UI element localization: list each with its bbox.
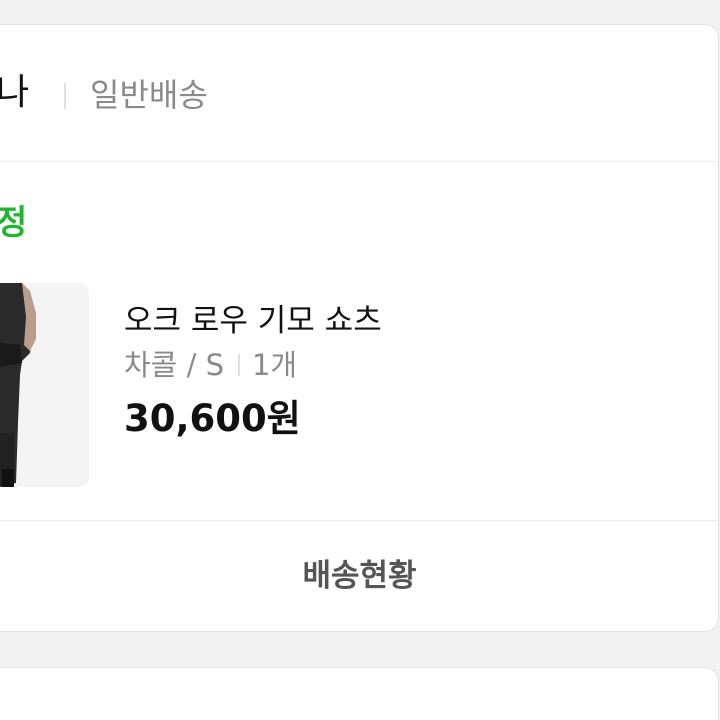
order-card-footer: 배송현황 xyxy=(0,520,718,631)
product-option-line: 차콜 / S 1개 xyxy=(124,345,297,385)
order-list-screen: 나 일반배송 정 오크 로우 기모 쇼츠 차콜 / S xyxy=(0,0,720,720)
product-option: 차콜 / S xyxy=(124,348,224,382)
seller-name[interactable]: 나 xyxy=(0,71,29,115)
product-row[interactable]: 오크 로우 기모 쇼츠 차콜 / S 1개 30,600원 xyxy=(0,283,718,489)
shipping-type-label: 일반배송 xyxy=(90,76,208,114)
order-card: 나 일반배송 정 오크 로우 기모 쇼츠 차콜 / S xyxy=(0,24,719,632)
product-photo-icon[interactable] xyxy=(0,283,89,487)
option-divider xyxy=(237,354,240,376)
product-price: 30,600원 xyxy=(124,397,301,440)
product-photo-illustration xyxy=(0,283,89,487)
next-order-card xyxy=(0,667,719,720)
delivery-tracking-label: 배송현황 xyxy=(302,558,417,594)
delivery-tracking-button[interactable]: 배송현황 xyxy=(0,521,718,631)
header-divider xyxy=(64,83,66,109)
product-quantity: 1개 xyxy=(251,348,298,382)
order-card-header: 나 일반배송 xyxy=(0,25,718,162)
product-name[interactable]: 오크 로우 기모 쇼츠 xyxy=(124,301,382,341)
order-status: 정 xyxy=(0,201,27,245)
